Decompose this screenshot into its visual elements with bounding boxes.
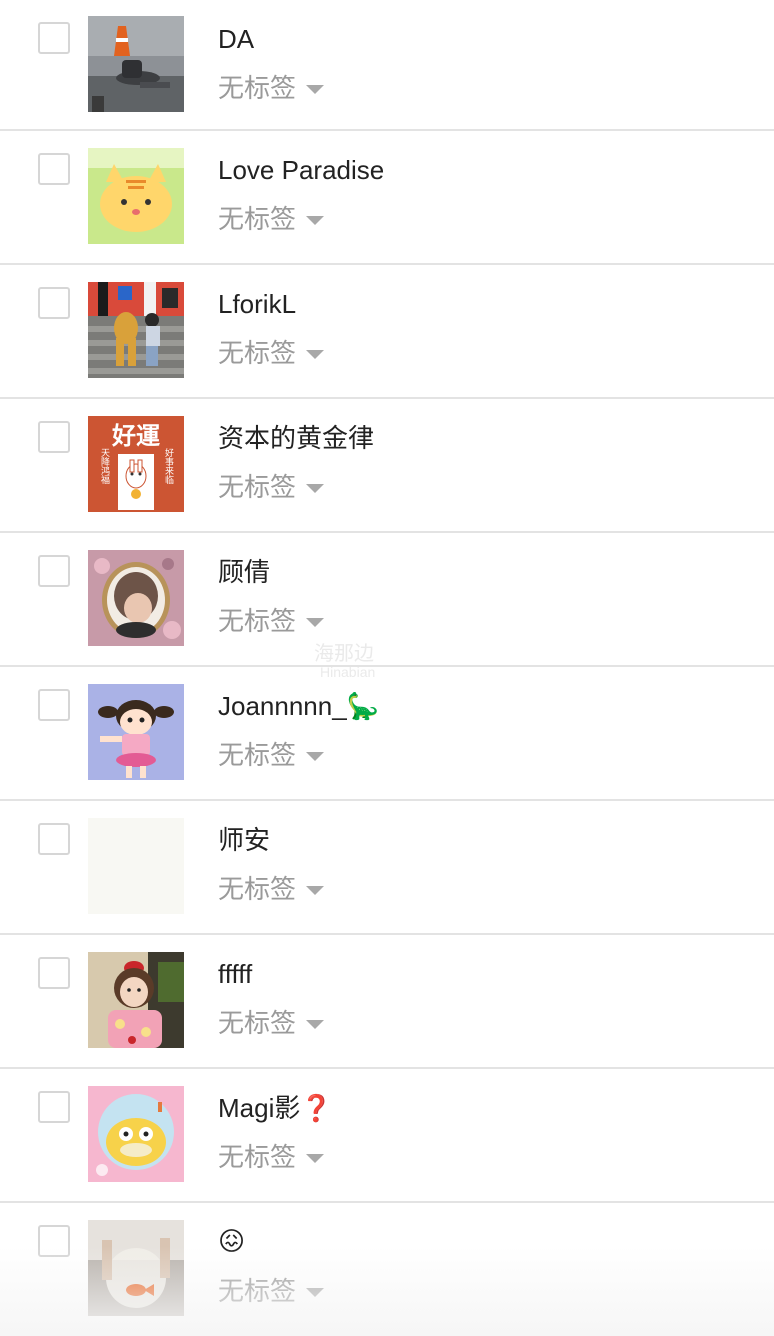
card-left-text: 天降鸿福	[99, 448, 110, 485]
tag-dropdown[interactable]: 无标签	[218, 603, 325, 639]
tag-label: 无标签	[218, 338, 297, 368]
list-item[interactable]: 好運 天降鸿福 好事来临 资本的黄金律 无标签	[0, 399, 774, 533]
blank-avatar	[88, 818, 184, 914]
contact-name: fffff	[218, 959, 253, 989]
contact-name: 😖	[218, 1227, 246, 1257]
select-checkbox[interactable]	[38, 22, 70, 54]
tag-label: 无标签	[218, 1008, 297, 1038]
select-checkbox[interactable]	[38, 421, 70, 453]
contact-list: DA 无标签 Love Paradise 无标签 LforikL 无标签 好運 …	[0, 0, 774, 1336]
goldfish-bowl-avatar	[88, 1220, 184, 1316]
tag-dropdown[interactable]: 无标签	[218, 1139, 325, 1175]
child-photo-avatar	[88, 952, 184, 1048]
select-checkbox[interactable]	[38, 823, 70, 855]
portrait-frame-avatar	[88, 550, 184, 646]
tag-dropdown[interactable]: 无标签	[218, 70, 325, 106]
tag-dropdown[interactable]: 无标签	[218, 201, 325, 237]
caret-down-icon	[306, 483, 325, 493]
contact-name: 师安	[218, 825, 271, 855]
caret-down-icon	[306, 215, 325, 225]
list-item[interactable]: 😖 无标签	[0, 1203, 774, 1336]
list-item[interactable]: fffff 无标签	[0, 935, 774, 1069]
select-checkbox[interactable]	[38, 1225, 70, 1257]
caret-down-icon	[306, 1019, 325, 1029]
select-checkbox[interactable]	[38, 1091, 70, 1123]
card-title: 好運	[111, 422, 160, 450]
card-right-text: 好事来临	[163, 447, 174, 485]
select-checkbox[interactable]	[38, 689, 70, 721]
select-checkbox[interactable]	[38, 153, 70, 185]
caret-down-icon	[306, 885, 325, 895]
contact-name: 顾倩	[218, 557, 271, 587]
select-checkbox[interactable]	[38, 287, 70, 319]
list-item[interactable]: DA 无标签	[0, 0, 774, 131]
tag-label: 无标签	[218, 204, 297, 234]
watermark: 海那边 Hinabian	[314, 644, 375, 680]
tag-label: 无标签	[218, 874, 297, 904]
tag-label: 无标签	[218, 740, 297, 770]
duck-cartoon-avatar	[88, 1086, 184, 1182]
tag-dropdown[interactable]: 无标签	[218, 1005, 325, 1041]
list-item[interactable]: Love Paradise 无标签	[0, 131, 774, 265]
caret-down-icon	[306, 1153, 325, 1163]
watermark-sub: Hinabian	[320, 664, 376, 680]
tag-dropdown[interactable]: 无标签	[218, 1273, 325, 1309]
contact-name: LforikL	[218, 289, 297, 319]
caret-down-icon	[306, 617, 325, 627]
contact-name: Love Paradise	[218, 155, 385, 185]
list-item[interactable]: 师安 无标签	[0, 801, 774, 935]
tag-dropdown[interactable]: 无标签	[218, 737, 325, 773]
caret-down-icon	[306, 349, 325, 359]
list-item[interactable]: 顾倩 无标签	[0, 533, 774, 667]
tag-label: 无标签	[218, 73, 297, 103]
caret-down-icon	[306, 751, 325, 761]
list-item[interactable]: Joannnnn_🦕 无标签	[0, 667, 774, 801]
select-checkbox[interactable]	[38, 957, 70, 989]
contact-name: 资本的黄金律	[218, 423, 375, 453]
contact-name: DA	[218, 24, 255, 54]
tag-label: 无标签	[218, 1276, 297, 1306]
select-checkbox[interactable]	[38, 555, 70, 587]
watermark-main: 海那边	[314, 643, 374, 665]
tag-label: 无标签	[218, 1142, 297, 1172]
tag-label: 无标签	[218, 606, 297, 636]
caret-down-icon	[306, 1287, 325, 1297]
contact-name: Joannnnn_🦕	[218, 691, 380, 721]
contact-name: Magi影❓	[218, 1093, 333, 1123]
list-item[interactable]: Magi影❓ 无标签	[0, 1069, 774, 1203]
cartoon-girl-avatar	[88, 684, 184, 780]
street-photo-avatar	[88, 16, 184, 112]
list-item[interactable]: LforikL 无标签	[0, 265, 774, 399]
good-luck-card-avatar: 好運 天降鸿福 好事来临	[88, 416, 184, 512]
tag-dropdown[interactable]: 无标签	[218, 871, 325, 907]
stairs-photo-avatar	[88, 282, 184, 378]
tag-dropdown[interactable]: 无标签	[218, 335, 325, 371]
tag-label: 无标签	[218, 472, 297, 502]
tag-dropdown[interactable]: 无标签	[218, 469, 325, 505]
caret-down-icon	[306, 84, 325, 94]
cartoon-cat-avatar	[88, 148, 184, 244]
